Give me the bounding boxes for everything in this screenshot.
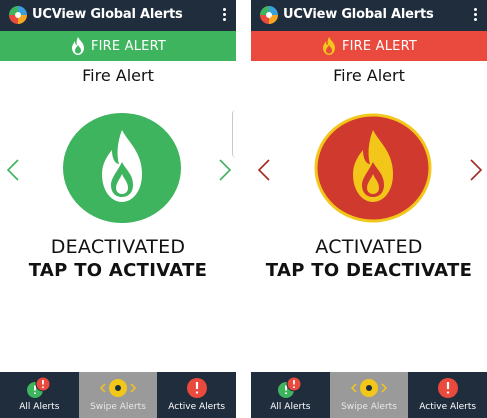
bottom-navigation: All Alerts Swipe Alerts Active Alerts xyxy=(251,372,487,418)
alert-type-banner: FIRE ALERT xyxy=(0,31,236,61)
app-title: UCView Global Alerts xyxy=(32,7,183,22)
app-logo-icon xyxy=(9,6,27,24)
app-bar: UCView Global Alerts xyxy=(0,0,236,31)
alert-type-banner: FIRE ALERT xyxy=(251,31,487,61)
alert-status: DEACTIVATED xyxy=(50,236,186,258)
fire-icon xyxy=(71,37,84,55)
previous-alert-chevron-icon[interactable] xyxy=(6,158,20,182)
overflow-menu-icon[interactable] xyxy=(474,8,478,23)
nav-swipe-alerts[interactable]: Swipe Alerts xyxy=(329,372,409,418)
nav-all-alerts-label: All Alerts xyxy=(19,402,60,412)
banner-label: FIRE ALERT xyxy=(90,38,167,54)
alert-title: Fire Alert xyxy=(333,66,405,85)
nav-active-alerts-label: Active Alerts xyxy=(168,402,226,412)
banner-label: FIRE ALERT xyxy=(341,38,418,54)
nav-active-alerts-label: Active Alerts xyxy=(419,402,477,412)
overflow-menu-icon[interactable] xyxy=(223,8,227,23)
fire-alert-toggle-icon[interactable] xyxy=(313,112,433,224)
next-alert-chevron-icon[interactable] xyxy=(469,158,483,182)
nav-all-alerts[interactable]: All Alerts xyxy=(251,372,330,418)
fire-alert-toggle-icon[interactable] xyxy=(62,112,182,224)
nav-all-alerts-label: All Alerts xyxy=(270,402,311,412)
bottom-navigation: All Alerts Swipe Alerts Active Alerts xyxy=(0,372,236,418)
next-alert-chevron-icon[interactable] xyxy=(218,158,232,182)
screen-activated: UCView Global Alerts FIRE ALERT Fire Ale… xyxy=(251,0,487,418)
active-alerts-icon xyxy=(186,378,207,398)
app-title: UCView Global Alerts xyxy=(283,7,434,22)
nav-swipe-alerts-label: Swipe Alerts xyxy=(90,402,146,412)
previous-alert-chevron-icon[interactable] xyxy=(257,158,271,182)
app-logo-icon xyxy=(260,6,278,24)
active-alerts-icon xyxy=(437,378,458,398)
toggle-action-label[interactable]: TAP TO ACTIVATE xyxy=(0,260,236,281)
all-alerts-icon xyxy=(278,376,302,398)
page-edge-indicator xyxy=(232,110,236,158)
nav-active-alerts[interactable]: Active Alerts xyxy=(408,372,487,418)
app-bar: UCView Global Alerts xyxy=(251,0,487,31)
alert-status: ACTIVATED xyxy=(315,236,423,258)
nav-swipe-alerts-label: Swipe Alerts xyxy=(341,402,397,412)
nav-swipe-alerts[interactable]: Swipe Alerts xyxy=(78,372,158,418)
swipe-alerts-icon xyxy=(99,379,137,397)
fire-icon xyxy=(322,37,335,55)
all-alerts-icon xyxy=(27,376,51,398)
toggle-action-label[interactable]: TAP TO DEACTIVATE xyxy=(251,260,487,281)
nav-active-alerts[interactable]: Active Alerts xyxy=(157,372,236,418)
alert-title: Fire Alert xyxy=(82,66,154,85)
nav-all-alerts[interactable]: All Alerts xyxy=(0,372,79,418)
screen-deactivated: UCView Global Alerts FIRE ALERT Fire Ale… xyxy=(0,0,236,418)
swipe-alerts-icon xyxy=(350,379,388,397)
